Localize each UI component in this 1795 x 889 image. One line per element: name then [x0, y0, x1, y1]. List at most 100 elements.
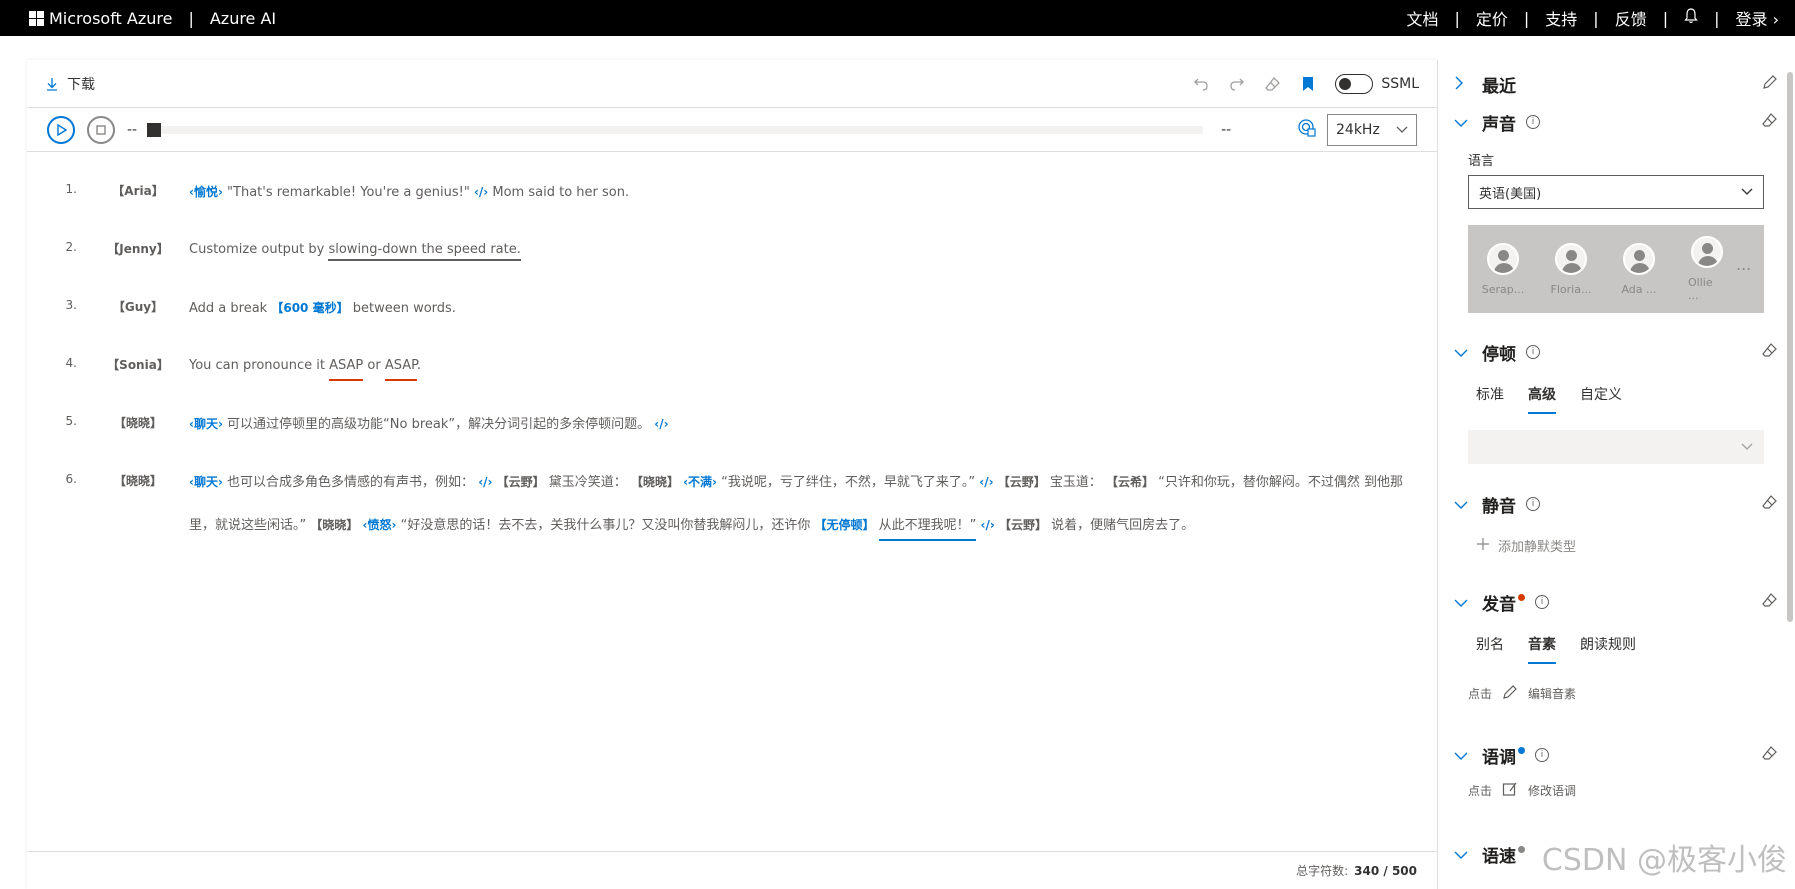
pencil-icon[interactable]: [1762, 74, 1778, 94]
speaker-tag[interactable]: 【Sonia】: [87, 356, 189, 414]
role-tag[interactable]: 【云野】: [998, 475, 1046, 489]
style-tag-open[interactable]: ‹不满›: [683, 475, 717, 489]
voice-option[interactable]: Floria...: [1551, 242, 1591, 296]
tab-advanced[interactable]: 高级: [1528, 384, 1556, 414]
undo-icon[interactable]: [1193, 76, 1209, 92]
style-tag-close[interactable]: ‹/›: [981, 518, 995, 532]
voice-option[interactable]: Ada ...: [1620, 242, 1658, 296]
bell-icon[interactable]: [1668, 8, 1714, 28]
eraser-icon[interactable]: [1265, 76, 1281, 92]
voice-name: Ada ...: [1621, 282, 1657, 296]
style-tag-close[interactable]: ‹/›: [979, 475, 993, 489]
style-tag-close[interactable]: ‹/›: [474, 185, 488, 199]
ssml-editor[interactable]: 1. 【Aria】 ‹愉悦› "That's remarkable! You'r…: [27, 152, 1437, 562]
silence-title: 静音: [1482, 496, 1516, 517]
ssml-label: SSML: [1381, 75, 1419, 92]
style-tag-close[interactable]: ‹/›: [654, 417, 668, 431]
ssml-toggle[interactable]: [1335, 73, 1374, 94]
speaker-tag[interactable]: 【Aria】: [87, 182, 189, 240]
tab-standard[interactable]: 标准: [1476, 384, 1504, 414]
redo-icon[interactable]: [1229, 76, 1245, 92]
stop-button[interactable]: [87, 115, 115, 144]
chevron-down-icon[interactable]: [1454, 845, 1468, 864]
pronunciation-marked-text[interactable]: ASAP: [329, 358, 364, 381]
style-tag-close[interactable]: ‹/›: [478, 475, 492, 489]
sample-rate-select[interactable]: 24kHz: [1327, 113, 1417, 146]
progress-handle[interactable]: [147, 122, 162, 137]
play-button[interactable]: [47, 115, 75, 144]
eraser-icon[interactable]: [1762, 592, 1778, 612]
break-tag[interactable]: 【600 毫秒】: [271, 301, 348, 315]
edit-intonation-label[interactable]: 修改语调: [1528, 782, 1576, 799]
product-name[interactable]: Azure AI: [210, 9, 276, 28]
voice-option[interactable]: Ollie ...: [1688, 236, 1726, 302]
eraser-icon[interactable]: [1762, 342, 1778, 362]
tab-phoneme[interactable]: 音素: [1528, 634, 1556, 664]
brand-name[interactable]: Microsoft Azure: [49, 9, 172, 28]
tab-reading-rules[interactable]: 朗读规则: [1580, 634, 1636, 664]
pronunciation-marked-text[interactable]: ASAP: [384, 358, 417, 381]
info-icon[interactable]: i: [1526, 497, 1540, 511]
chevron-down-icon[interactable]: [1454, 343, 1468, 362]
audio-format-icon[interactable]: [1297, 118, 1317, 142]
click-label: 点击: [1468, 687, 1493, 701]
info-icon[interactable]: i: [1526, 115, 1540, 129]
info-icon[interactable]: i: [1526, 345, 1540, 359]
nav-docs[interactable]: 文档: [1390, 6, 1454, 30]
editor-toolbar: 下载 SSML: [27, 60, 1437, 108]
eraser-icon[interactable]: [1762, 494, 1778, 514]
role-tag[interactable]: 【晓晓】: [310, 518, 358, 532]
progress-track[interactable]: [147, 122, 1204, 137]
edit-phoneme-label[interactable]: 编辑音素: [1528, 685, 1576, 702]
style-tag-open[interactable]: ‹愤怒›: [363, 518, 397, 532]
voice-option[interactable]: Serap...: [1481, 242, 1525, 296]
speaker-tag[interactable]: 【晓晓】: [87, 414, 189, 472]
signin-button[interactable]: 登录 ›: [1719, 6, 1795, 30]
eraser-icon[interactable]: [1762, 112, 1778, 132]
chevron-down-icon[interactable]: [1454, 113, 1468, 132]
tab-custom[interactable]: 自定义: [1580, 384, 1622, 414]
style-tag-open[interactable]: ‹聊天›: [189, 417, 223, 431]
nav-pricing[interactable]: 定价: [1460, 6, 1524, 30]
edit-note-icon[interactable]: [1502, 781, 1518, 800]
speaker-tag[interactable]: 【Jenny】: [87, 240, 189, 298]
voice-name: Serap...: [1481, 282, 1525, 296]
line-text[interactable]: ‹愉悦› "That's remarkable! You're a genius…: [189, 182, 1419, 240]
role-tag[interactable]: 【云野】: [497, 475, 545, 489]
speaker-tag[interactable]: 【Guy】: [87, 298, 189, 356]
more-voices-button[interactable]: ...: [1736, 255, 1751, 274]
chevron-down-icon[interactable]: [1454, 746, 1468, 765]
role-tag[interactable]: 【云希】: [1106, 475, 1154, 489]
style-tag-open[interactable]: ‹愉悦›: [189, 185, 223, 199]
pause-type-select[interactable]: [1468, 430, 1764, 464]
line-text[interactable]: Customize output by slowing-down the spe…: [189, 240, 1419, 298]
role-tag[interactable]: 【晓晓】: [631, 475, 679, 489]
eraser-icon[interactable]: [1762, 745, 1778, 765]
speed-marked-text[interactable]: slowing-down the speed rate.: [328, 242, 521, 261]
speaker-tag[interactable]: 【晓晓】: [87, 472, 189, 562]
chevron-right-icon[interactable]: [1454, 75, 1468, 94]
nav-feedback[interactable]: 反馈: [1599, 6, 1663, 30]
tab-alias[interactable]: 别名: [1476, 634, 1504, 664]
add-silence-button[interactable]: 添加静默类型: [1476, 536, 1778, 555]
style-tag-open[interactable]: ‹聊天›: [189, 475, 223, 489]
line-text[interactable]: You can pronounce it ASAP or ASAP.: [189, 356, 1419, 414]
chevron-down-icon: [1396, 122, 1408, 138]
chevron-down-icon[interactable]: [1454, 593, 1468, 612]
info-icon[interactable]: i: [1535, 595, 1549, 609]
scrollbar[interactable]: [1787, 72, 1793, 622]
chevron-down-icon[interactable]: [1454, 495, 1468, 514]
info-icon[interactable]: i: [1535, 748, 1549, 762]
voice-name: Ollie ...: [1688, 276, 1713, 302]
line-text[interactable]: ‹聊天› 也可以合成多角色多情感的有声书，例如： ‹/› 【云野】 黛玉冷笑道：…: [189, 461, 1419, 562]
voice-list: Serap... Floria... Ada ... Ollie ... ...: [1468, 225, 1764, 313]
break-tag[interactable]: 【无停顿】: [814, 518, 874, 532]
pencil-icon[interactable]: [1502, 684, 1518, 703]
line-text[interactable]: Add a break 【600 毫秒】 between words.: [189, 298, 1419, 356]
nav-support[interactable]: 支持: [1529, 6, 1593, 30]
language-select[interactable]: 英语(美国): [1468, 175, 1764, 209]
bookmark-icon[interactable]: [1301, 76, 1315, 92]
pronunciation-tabs: 别名 音素 朗读规则: [1476, 634, 1778, 664]
download-button[interactable]: 下载: [45, 74, 95, 94]
role-tag[interactable]: 【云野】: [999, 518, 1047, 532]
